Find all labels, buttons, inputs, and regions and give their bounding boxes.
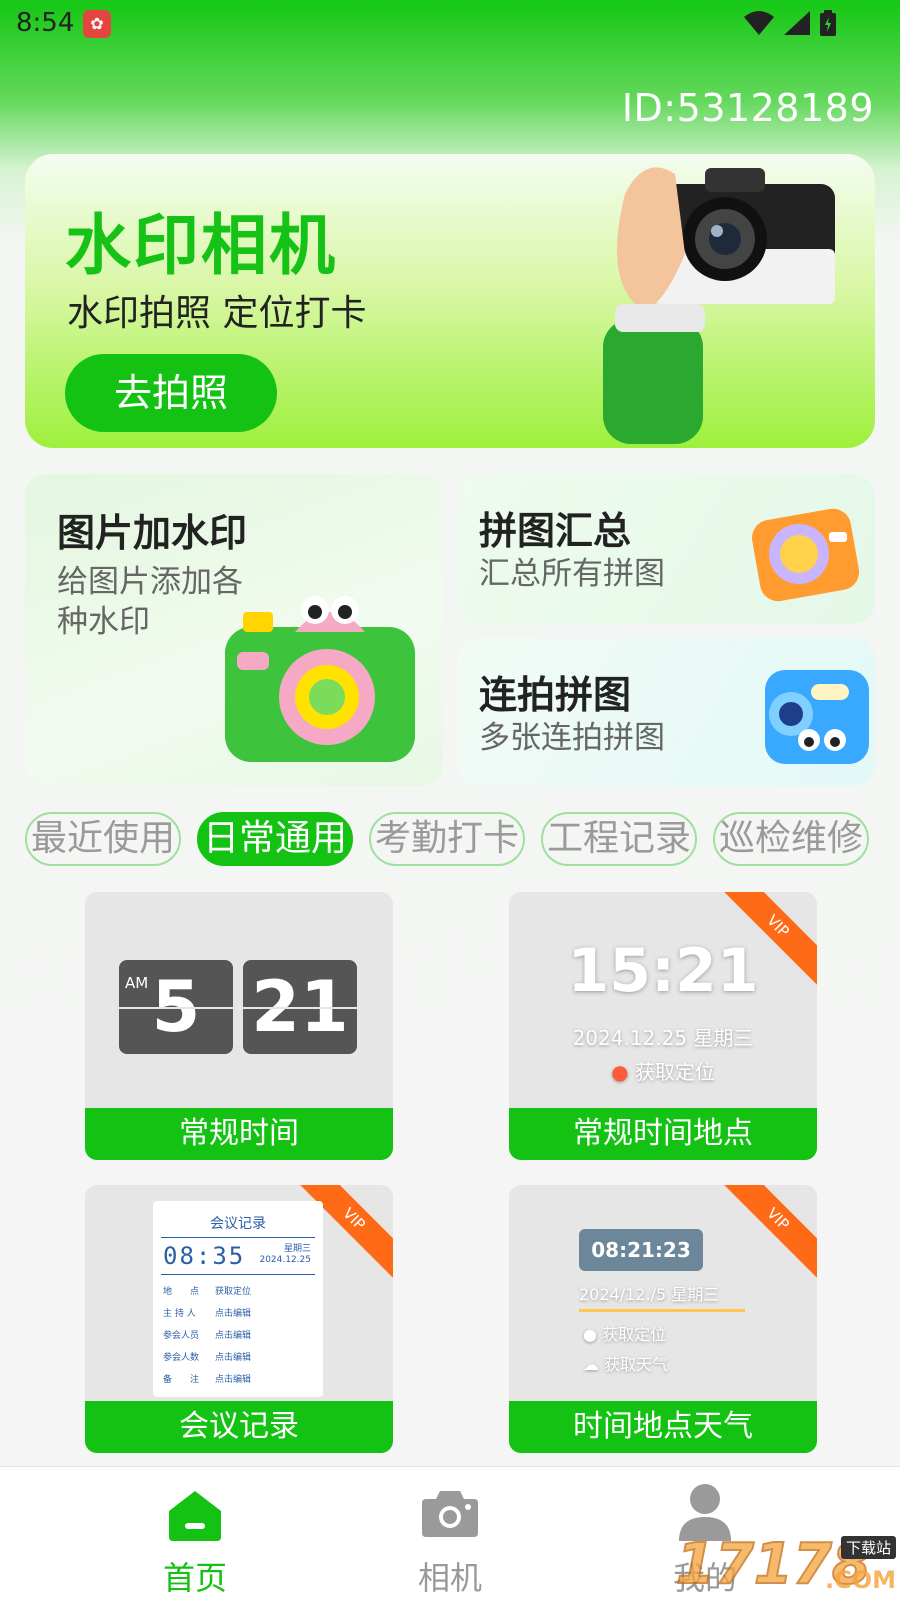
hand-camera-illustration: [603, 167, 835, 444]
status-icons: [744, 10, 836, 36]
doc-time-box: 08:35 星期三 2024.12.25: [161, 1237, 315, 1275]
doc-row: 主 持 人点击编辑: [163, 1309, 252, 1319]
divider: [579, 1309, 745, 1312]
date-display: 2024.12.25 星期三: [572, 1026, 754, 1050]
nav-home-label: 首页: [162, 1559, 227, 1597]
hour-value: 5: [151, 966, 201, 1048]
add-watermark-card[interactable]: 图片加水印 给图片添加各 种水印: [25, 474, 443, 786]
burst-collage-desc: 多张连拍拼图: [479, 720, 665, 756]
burst-collage-card[interactable]: 连拍拼图 多张连拍拼图: [457, 638, 875, 786]
doc-row: 参会人员 点击编辑: [163, 1331, 252, 1341]
doc-time: 08:35: [163, 1242, 246, 1270]
cloud-icon: ☁: [583, 1355, 599, 1374]
location-pin-icon: ●: [583, 1325, 597, 1344]
doc-row: 备 注点击编辑: [163, 1375, 252, 1385]
nav-camera-label: 相机: [417, 1559, 482, 1597]
doc-date: 2024.12.25: [259, 1255, 311, 1265]
camera-icon: [422, 1491, 478, 1537]
tab-attendance[interactable]: 考勤打卡: [369, 812, 525, 866]
watermark-sub: 下载站: [840, 1536, 896, 1559]
collage-summary-desc: 汇总所有拼图: [479, 556, 665, 592]
take-photo-button[interactable]: 去拍照: [65, 354, 277, 432]
date-display: 2024/12./5 星期三: [579, 1285, 720, 1304]
template-regular-time[interactable]: AM 5 21 常规时间: [85, 892, 393, 1160]
hero-subtitle: 水印拍照 定位打卡: [67, 293, 367, 334]
location-text: 获取定位: [634, 1060, 715, 1084]
doc-rows: 地 点获取定位 主 持 人点击编辑 参会人员 点击编辑 参会人数 点击编辑 备 注点…: [153, 1275, 323, 1391]
category-tabs: 最近使用 日常通用 考勤打卡 工程记录 巡检维修: [25, 812, 885, 866]
status-time: 8:54: [16, 8, 75, 38]
doc-row: 参会人数 点击编辑: [163, 1353, 252, 1363]
location-line: ● 获取定位: [509, 1056, 817, 1085]
vip-ribbon: VIP: [715, 1185, 817, 1282]
hero-banner: 水印相机 水印拍照 定位打卡 去拍照: [25, 154, 875, 448]
template-time-location-weather[interactable]: VIP 08:21:23 2024/12./5 星期三 ● 获取定位 ☁ 获取天…: [509, 1185, 817, 1453]
doc-title: 会议记录: [210, 1216, 266, 1232]
time-display: 15:21: [567, 936, 759, 1006]
home-icon: [169, 1491, 221, 1541]
tab-recent[interactable]: 最近使用: [25, 812, 181, 866]
template-label: 常规时间: [85, 1108, 393, 1160]
template-label: 会议记录: [85, 1401, 393, 1453]
nav-camera[interactable]: 相机: [350, 1467, 550, 1601]
meeting-doc: 会议记录 08:35 星期三 2024.12.25 地 点获取定位 主 持 人点…: [153, 1201, 323, 1397]
flip-hour: AM 5: [119, 960, 233, 1054]
wifi-icon: [744, 11, 774, 35]
template-label: 常规时间地点: [509, 1108, 817, 1160]
watermark-suffix: .COM: [824, 1566, 896, 1594]
tab-engineering[interactable]: 工程记录: [541, 812, 697, 866]
template-meeting-record[interactable]: VIP 会议记录 08:35 星期三 2024.12.25 地 点获取定位 主 …: [85, 1185, 393, 1453]
ampm-label: AM: [125, 974, 149, 992]
hero-title: 水印相机: [65, 207, 337, 284]
green-camera-illustration: [225, 596, 415, 762]
app-notification-icon: ✿: [83, 10, 111, 38]
signal-icon: [784, 11, 810, 35]
location-line: ● 获取定位: [583, 1321, 666, 1345]
template-time-location[interactable]: VIP 15:21 2024.12.25 星期三 ● 获取定位 常规时间地点: [509, 892, 817, 1160]
nav-home[interactable]: 首页: [95, 1467, 295, 1601]
burst-collage-title: 连拍拼图: [479, 673, 632, 717]
weather-text: 获取天气: [604, 1355, 669, 1374]
orange-camera-illustration: [752, 508, 860, 602]
tab-daily[interactable]: 日常通用: [197, 812, 353, 866]
tab-inspection[interactable]: 巡检维修: [713, 812, 869, 866]
collage-summary-card[interactable]: 拼图汇总 汇总所有拼图: [457, 474, 875, 624]
user-id: ID:53128189: [621, 86, 874, 130]
template-label: 时间地点天气: [509, 1401, 817, 1453]
location-text: 获取定位: [602, 1325, 667, 1344]
location-pin-icon: ●: [611, 1060, 629, 1084]
battery-icon: [820, 10, 836, 36]
add-watermark-title: 图片加水印: [57, 511, 248, 555]
flip-minute: 21: [243, 960, 357, 1054]
time-pill: 08:21:23: [579, 1229, 703, 1271]
blue-camera-illustration: [765, 670, 869, 764]
weather-line: ☁ 获取天气: [583, 1351, 668, 1375]
doc-weekday: 星期三: [283, 1244, 311, 1254]
collage-summary-title: 拼图汇总: [479, 509, 632, 553]
doc-row: 地 点获取定位: [163, 1287, 252, 1297]
site-watermark: 17178 下载站 .COM: [675, 1531, 900, 1600]
